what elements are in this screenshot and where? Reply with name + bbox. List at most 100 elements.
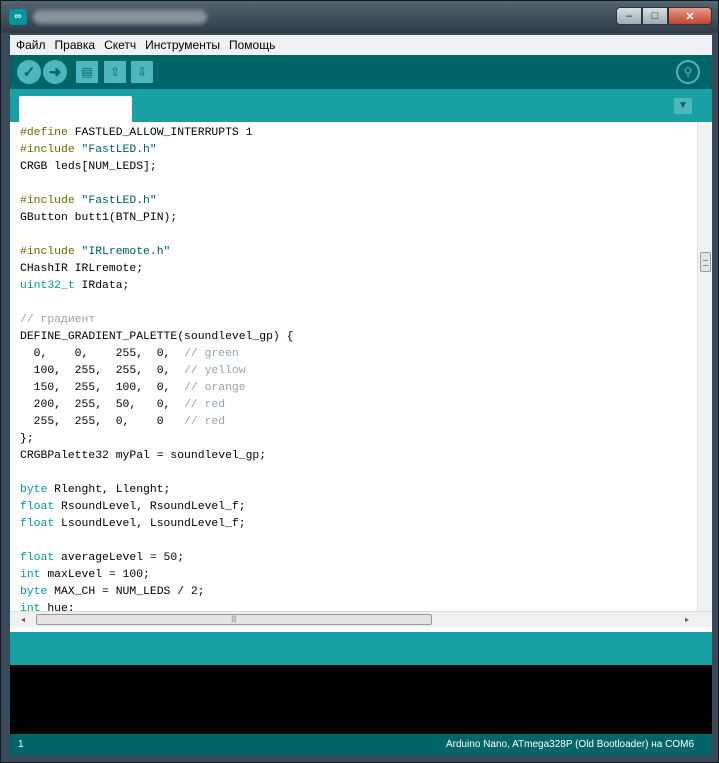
code-token: float	[20, 518, 55, 530]
save-button[interactable]: ⇩	[131, 61, 153, 83]
vertical-scroll-thumb[interactable]	[700, 252, 711, 272]
minimize-button[interactable]: –	[616, 7, 642, 25]
close-button[interactable]: ✕	[668, 7, 712, 25]
scroll-left-arrow[interactable]: ◂	[16, 613, 30, 627]
code-token: hue;	[40, 603, 75, 611]
vertical-scrollbar[interactable]	[697, 122, 712, 611]
window-title-blurred	[33, 10, 207, 24]
code-token: IRdata;	[74, 280, 130, 292]
code-token: 200, 255, 50, 0,	[20, 399, 185, 411]
code-token: RsoundLevel, RsoundLevel_f;	[54, 501, 246, 513]
code-line: float RsoundLevel, RsoundLevel_f;	[20, 499, 696, 516]
code-line: float averageLevel = 50;	[20, 550, 696, 567]
menu-tools[interactable]: Инструменты	[145, 38, 220, 52]
serial-monitor-button[interactable]: ⚲	[676, 60, 700, 84]
code-token: // red	[184, 416, 226, 428]
check-icon: ✓	[22, 64, 36, 81]
chevron-down-icon: ▼	[678, 100, 688, 111]
menu-help[interactable]: Помощь	[229, 38, 275, 52]
code-token: float	[20, 501, 55, 513]
code-line: CRGB leds[NUM_LEDS];	[20, 159, 696, 176]
code-line: // градиент	[20, 312, 696, 329]
title-bar[interactable]: ∞ – □ ✕	[1, 1, 718, 33]
code-line: float LsoundLevel, LsoundLevel_f;	[20, 516, 696, 533]
code-token: byte	[20, 586, 48, 598]
save-arrow-down-icon: ⇩	[136, 65, 148, 79]
horizontal-scroll-thumb[interactable]: |||	[36, 614, 432, 625]
code-token: int	[20, 569, 41, 581]
code-token: // градиент	[20, 314, 96, 326]
code-line: byte Rlenght, Llenght;	[20, 482, 696, 499]
code-line: #define FASTLED_ALLOW_INTERRUPTS 1	[20, 125, 696, 142]
code-line: uint32_t IRdata;	[20, 278, 696, 295]
code-token: FASTLED_ALLOW_INTERRUPTS 1	[67, 127, 253, 139]
magnifier-icon: ⚲	[683, 65, 693, 79]
menu-edit[interactable]: Правка	[55, 38, 96, 52]
code-token: 0, 0, 255, 0,	[20, 348, 185, 360]
code-line: GButton butt1(BTN_PIN);	[20, 210, 696, 227]
code-line: CHashIR IRLremote;	[20, 261, 696, 278]
footer-bar: 1 Arduino Nano, ATmega328P (Old Bootload…	[10, 734, 712, 755]
verify-button[interactable]: ✓	[17, 60, 41, 84]
menu-bar: Файл Правка Скетч Инструменты Помощь	[10, 35, 712, 55]
arrow-right-icon: ➜	[48, 64, 62, 81]
code-token: // red	[184, 399, 226, 411]
code-line: 200, 255, 50, 0, // red	[20, 397, 696, 414]
code-token: };	[20, 433, 34, 445]
code-token: // green	[184, 348, 239, 360]
board-port-info: Arduino Nano, ATmega328P (Old Bootloader…	[445, 739, 694, 750]
code-line: 0, 0, 255, 0, // green	[20, 346, 696, 363]
code-token: uint32_t	[20, 280, 75, 292]
code-line: byte MAX_CH = NUM_LEDS / 2;	[20, 584, 696, 601]
code-token: maxLevel = 100;	[40, 569, 150, 581]
toolbar: ✓ ➜ ▤ ⇧ ⇩ ⚲	[10, 55, 712, 89]
maximize-button[interactable]: □	[642, 7, 668, 25]
code-token: 100, 255, 255, 0,	[20, 365, 185, 377]
code-token: float	[20, 552, 55, 564]
code-token: #define	[20, 127, 68, 139]
code-token: #include	[20, 144, 75, 156]
code-line: int maxLevel = 100;	[20, 567, 696, 584]
code-token: #include	[20, 195, 75, 207]
code-line: };	[20, 431, 696, 448]
code-token: "FastLED.h"	[81, 195, 157, 207]
code-token: CHashIR IRLremote;	[20, 263, 144, 275]
horizontal-scrollbar[interactable]: ◂ ||| ▸	[10, 611, 712, 627]
tab-sketch[interactable]	[19, 96, 132, 122]
code-token: MAX_CH = NUM_LEDS / 2;	[47, 586, 205, 598]
code-token: #include	[20, 246, 75, 258]
tab-bar: ▼	[10, 89, 712, 122]
tab-menu-button[interactable]: ▼	[674, 98, 692, 114]
menu-file[interactable]: Файл	[16, 38, 46, 52]
status-bar	[10, 632, 712, 665]
console-output[interactable]	[10, 665, 712, 734]
upload-button[interactable]: ➜	[43, 60, 67, 84]
new-file-icon: ▤	[81, 65, 93, 79]
code-token: // orange	[184, 382, 246, 394]
open-arrow-up-icon: ⇧	[109, 65, 121, 79]
code-token: "IRLremote.h"	[81, 246, 171, 258]
code-token: CRGB leds[NUM_LEDS];	[20, 161, 157, 173]
window-controls: – □ ✕	[616, 7, 712, 25]
scroll-right-arrow[interactable]: ▸	[680, 613, 694, 627]
code-token: int	[20, 603, 41, 611]
code-token: 255, 255, 0, 0	[20, 416, 185, 428]
code-token: CRGBPalette32 myPal = soundlevel_gp;	[20, 450, 267, 462]
menu-sketch[interactable]: Скетч	[104, 38, 136, 52]
line-number: 1	[18, 739, 24, 750]
open-button[interactable]: ⇧	[104, 61, 126, 83]
code-token: // yellow	[184, 365, 246, 377]
code-token: 150, 255, 100, 0,	[20, 382, 185, 394]
code-line: 100, 255, 255, 0, // yellow	[20, 363, 696, 380]
code-token: "FastLED.h"	[81, 144, 157, 156]
code-text[interactable]: #define FASTLED_ALLOW_INTERRUPTS 1 #inclu…	[20, 125, 696, 611]
new-button[interactable]: ▤	[76, 61, 98, 83]
code-line: CRGBPalette32 myPal = soundlevel_gp;	[20, 448, 696, 465]
code-token: averageLevel = 50;	[54, 552, 185, 564]
code-editor[interactable]: #define FASTLED_ALLOW_INTERRUPTS 1 #inclu…	[10, 122, 712, 611]
